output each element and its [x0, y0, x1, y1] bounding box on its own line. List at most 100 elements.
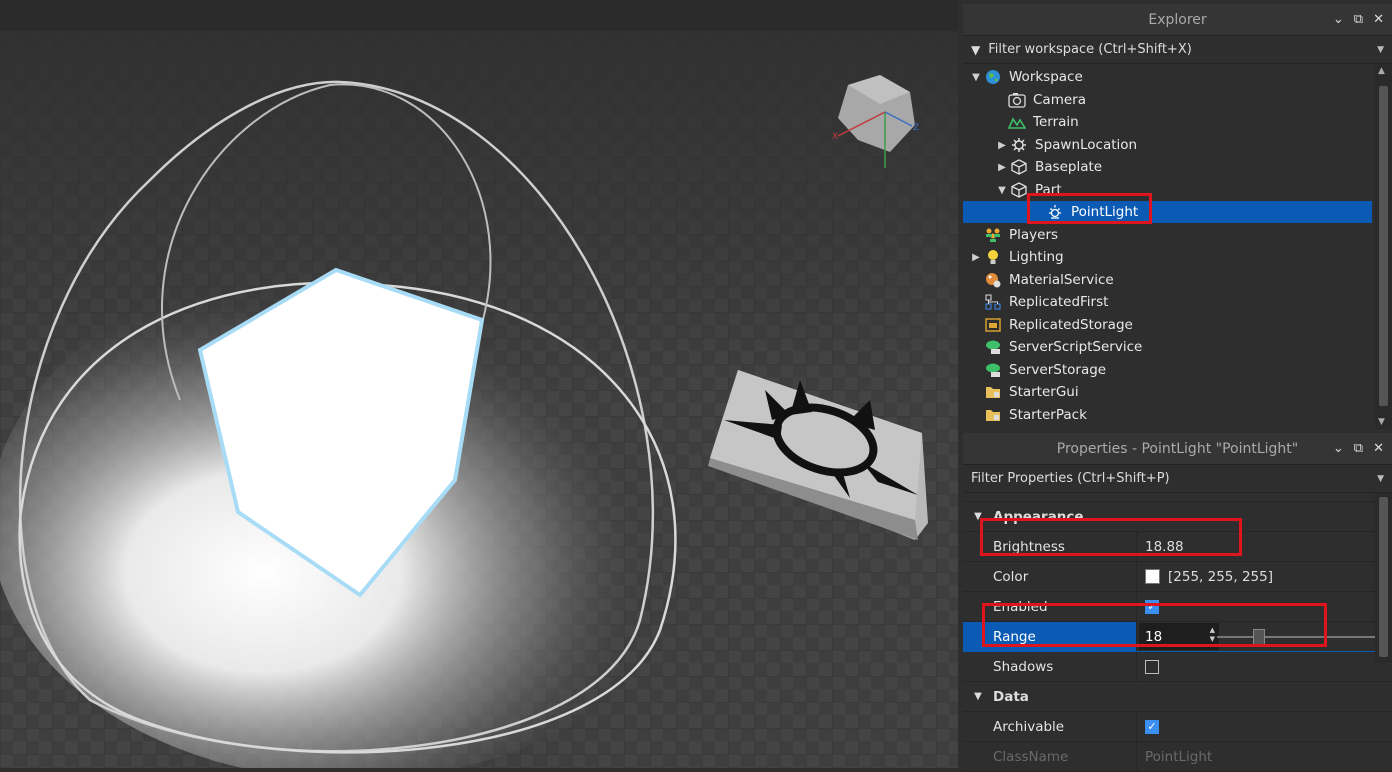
brightness-value-input[interactable]: 18.88	[1137, 532, 1392, 561]
tree-item-players[interactable]: Players	[963, 224, 1392, 246]
properties-filter-input[interactable]: Filter Properties (Ctrl+Shift+P) ▼	[963, 465, 1392, 493]
material-service-icon	[983, 271, 1003, 289]
collapsed-arrow-icon[interactable]: ▶	[995, 140, 1009, 151]
section-appearance[interactable]: ▼ Appearance	[963, 502, 1392, 532]
explorer-scrollbar[interactable]: ▲ ▼	[1375, 64, 1392, 429]
players-icon	[983, 226, 1003, 244]
tree-item-startergui[interactable]: StarterGui	[963, 381, 1392, 403]
viewport-3d[interactable]: X Z	[0, 0, 958, 768]
range-slider[interactable]	[1217, 629, 1392, 645]
scene-render[interactable]: X Z	[0, 31, 958, 768]
tree-item-materialservice[interactable]: MaterialService	[963, 269, 1392, 291]
properties-header: Properties - PointLight "PointLight" ⌄ ⧉…	[963, 433, 1392, 465]
property-name: Shadows	[963, 652, 1137, 681]
tree-label: Workspace	[1009, 69, 1083, 85]
tree-label: ServerStorage	[1009, 362, 1107, 378]
scroll-up-icon[interactable]: ▲	[1378, 66, 1385, 76]
chevron-down-icon[interactable]: ⌄	[1333, 12, 1344, 27]
tree-item-pointlight[interactable]: PointLight	[963, 201, 1372, 223]
property-range[interactable]: Range 18 ▲ ▼	[963, 622, 1392, 652]
expanded-arrow-icon[interactable]: ▼	[963, 691, 993, 702]
tree-item-serverscriptservice[interactable]: ServerScriptService	[963, 336, 1392, 358]
property-name: Brightness	[963, 532, 1137, 561]
range-slider-knob[interactable]	[1253, 629, 1265, 645]
tree-item-spawnlocation[interactable]: ▶ SpawnLocation	[963, 134, 1392, 156]
properties-scrollbar[interactable]	[1375, 493, 1392, 663]
dropdown-caret-icon[interactable]: ▼	[1377, 45, 1384, 55]
section-data[interactable]: ▼ Data	[963, 682, 1392, 712]
spinner-arrows-icon[interactable]: ▲ ▼	[1210, 626, 1215, 644]
range-value-input[interactable]: 18 ▲ ▼	[1139, 623, 1219, 650]
replicated-first-icon	[983, 293, 1003, 311]
starter-gui-folder-icon	[983, 383, 1003, 401]
svg-text:X: X	[832, 132, 838, 142]
tree-label: Part	[1035, 182, 1062, 198]
expanded-arrow-icon[interactable]: ▼	[969, 72, 983, 83]
property-brightness[interactable]: Brightness 18.88	[963, 532, 1392, 562]
tree-item-camera[interactable]: Camera	[963, 89, 1392, 111]
undock-icon[interactable]: ⧉	[1354, 12, 1363, 27]
explorer-title: Explorer	[1148, 11, 1207, 28]
tree-label: MaterialService	[1009, 272, 1114, 288]
dropdown-caret-icon[interactable]: ▼	[1377, 474, 1384, 484]
tree-item-terrain[interactable]: Terrain	[963, 111, 1392, 133]
svg-text:Z: Z	[913, 123, 919, 133]
enabled-checkbox[interactable]: ✓	[1145, 599, 1159, 614]
section-label: Appearance	[993, 508, 1084, 525]
tree-item-starterpack[interactable]: StarterPack	[963, 404, 1392, 426]
close-icon[interactable]: ✕	[1373, 12, 1384, 27]
tree-item-baseplate[interactable]: ▶ Baseplate	[963, 156, 1392, 178]
properties-filter-placeholder: Filter Properties (Ctrl+Shift+P)	[971, 471, 1170, 486]
property-color[interactable]: Color [255, 255, 255]	[963, 562, 1392, 592]
server-storage-icon	[983, 361, 1003, 379]
color-swatch[interactable]	[1145, 569, 1160, 584]
chevron-down-icon[interactable]: ⌄	[1333, 441, 1344, 456]
collapsed-arrow-icon[interactable]: ▶	[995, 162, 1009, 173]
tree-label: ReplicatedFirst	[1009, 294, 1109, 310]
explorer-filter-input[interactable]: ▼ Filter workspace (Ctrl+Shift+X) ▼	[963, 36, 1392, 64]
server-script-service-icon	[983, 338, 1003, 356]
part-cube-icon	[1009, 181, 1029, 199]
property-archivable[interactable]: Archivable ✓	[963, 712, 1392, 742]
tree-label: Terrain	[1033, 114, 1079, 130]
scrollbar-thumb[interactable]	[1379, 86, 1388, 406]
starter-pack-folder-icon	[983, 406, 1003, 424]
tree-label: Baseplate	[1035, 159, 1103, 175]
collapsed-arrow-icon[interactable]: ▶	[969, 252, 983, 263]
tree-label: Players	[1009, 227, 1059, 243]
property-enabled[interactable]: Enabled ✓	[963, 592, 1392, 622]
scroll-down-icon[interactable]: ▼	[1378, 417, 1385, 427]
archivable-checkbox[interactable]: ✓	[1145, 719, 1159, 734]
undock-icon[interactable]: ⧉	[1354, 441, 1363, 456]
expanded-arrow-icon[interactable]: ▼	[963, 511, 993, 522]
explorer-header: Explorer ⌄ ⧉ ✕	[963, 4, 1392, 36]
tree-item-replicatedstorage[interactable]: ReplicatedStorage	[963, 314, 1392, 336]
expanded-arrow-icon[interactable]: ▼	[995, 185, 1009, 196]
properties-title: Properties - PointLight "PointLight"	[1056, 440, 1299, 457]
property-shadows[interactable]: Shadows	[963, 652, 1392, 682]
tree-item-lighting[interactable]: ▶ Lighting	[963, 246, 1378, 268]
tree-item-part[interactable]: ▼ Part	[963, 179, 1392, 201]
property-name: Range	[963, 622, 1137, 651]
close-icon[interactable]: ✕	[1373, 441, 1384, 456]
tree-item-workspace[interactable]: ▼ Workspace	[963, 66, 1378, 88]
section-label: Data	[993, 688, 1029, 705]
tree-label: PointLight	[1071, 204, 1139, 220]
camera-icon	[1007, 91, 1027, 109]
tree-label: Camera	[1033, 92, 1086, 108]
color-value[interactable]: [255, 255, 255]	[1168, 569, 1273, 585]
properties-panel: Properties - PointLight "PointLight" ⌄ ⧉…	[963, 433, 1392, 772]
filter-funnel-icon: ▼	[971, 42, 981, 57]
tree-label: SpawnLocation	[1035, 137, 1138, 153]
viewport-topbar	[0, 0, 958, 32]
terrain-icon	[1007, 113, 1027, 131]
pointlight-icon	[1045, 203, 1065, 221]
classname-value: PointLight	[1145, 748, 1213, 765]
explorer-tree: ▼ Workspace Camera Terrain ▶ SpawnLocati…	[963, 64, 1392, 429]
explorer-filter-placeholder: Filter workspace (Ctrl+Shift+X)	[988, 42, 1192, 57]
scrollbar-thumb[interactable]	[1379, 497, 1388, 657]
tree-label: StarterPack	[1009, 407, 1087, 423]
tree-item-serverstorage[interactable]: ServerStorage	[963, 359, 1392, 381]
shadows-checkbox[interactable]	[1145, 659, 1159, 674]
tree-item-replicatedfirst[interactable]: ReplicatedFirst	[963, 291, 1392, 313]
